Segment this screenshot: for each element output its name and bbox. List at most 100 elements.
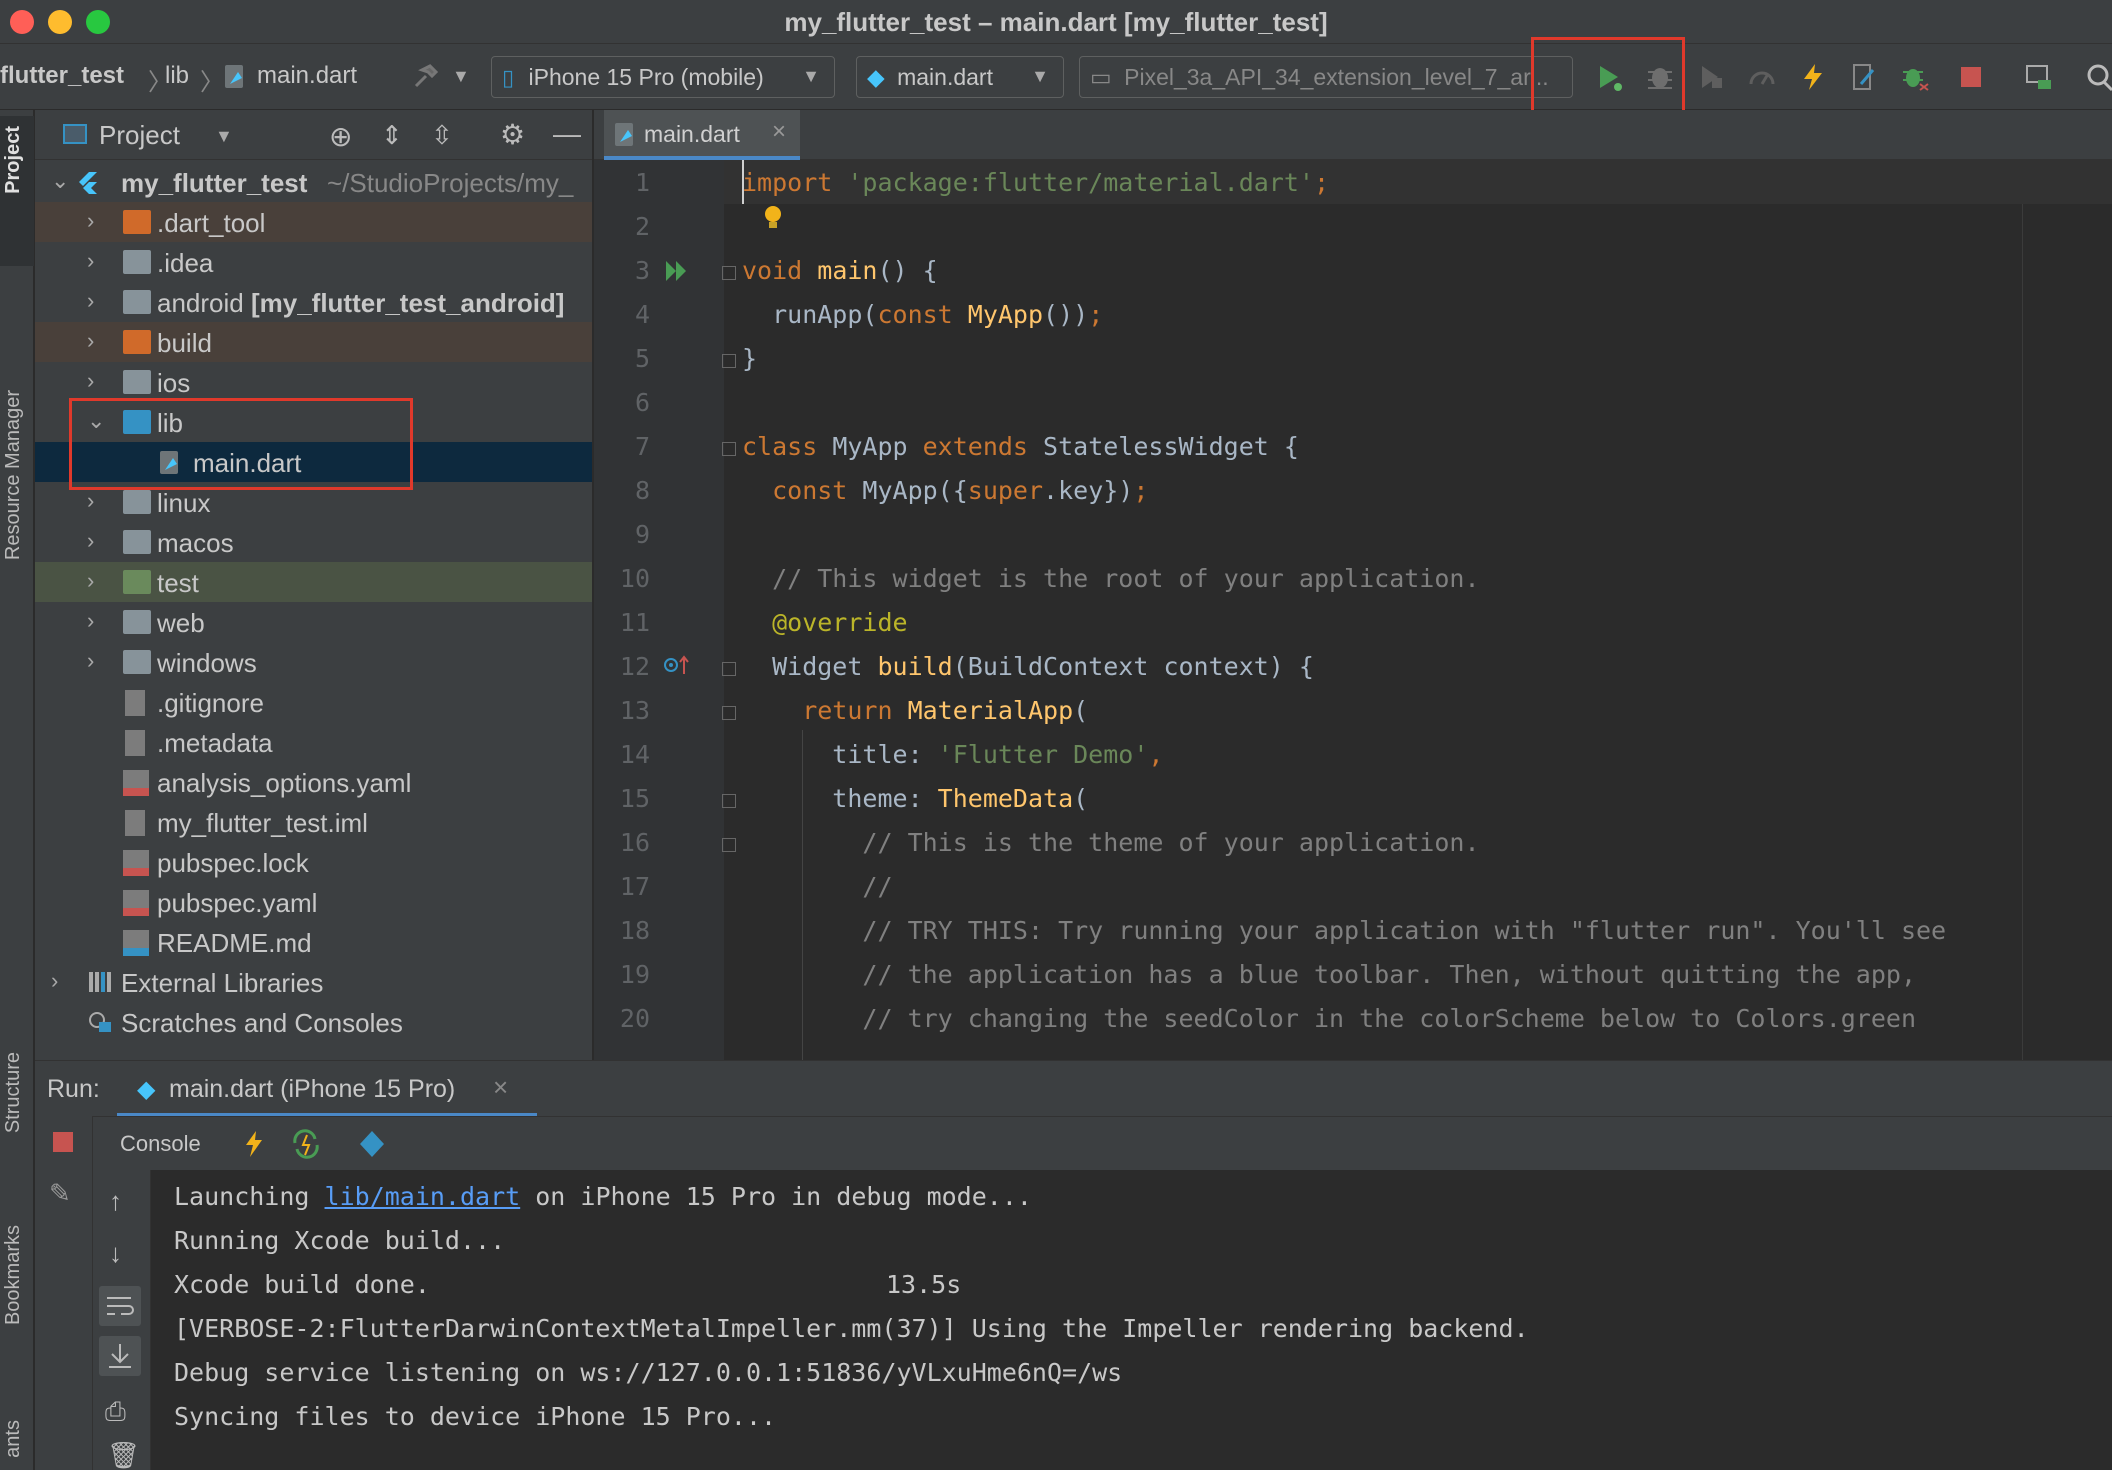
override-gutter-icon[interactable]: [662, 652, 692, 682]
code-line[interactable]: 1 import 'package:flutter/material.dart';: [594, 160, 2112, 204]
scroll-to-end-icon[interactable]: [99, 1336, 141, 1376]
chevron-right-icon[interactable]: ›: [87, 528, 94, 554]
tree-item-build[interactable]: › build: [35, 322, 592, 362]
stop-icon[interactable]: [1956, 62, 1986, 92]
code-line[interactable]: 15 theme: ThemeData(: [594, 776, 2112, 820]
tree-item-pubspec-lock[interactable]: pubspec.lock: [35, 842, 592, 882]
code-line[interactable]: 4 runApp(const MyApp());: [594, 292, 2112, 336]
code-line[interactable]: 9: [594, 512, 2112, 556]
fold-marker-icon[interactable]: [722, 354, 736, 368]
code-line[interactable]: 12 Widget build(BuildContext context) {: [594, 644, 2112, 688]
hide-panel-icon[interactable]: —: [553, 118, 581, 150]
close-tab-icon[interactable]: ×: [493, 1072, 508, 1103]
tree-item-web[interactable]: › web: [35, 602, 592, 642]
locate-icon[interactable]: ⊕: [329, 120, 352, 153]
chevron-down-icon[interactable]: ⌄: [51, 168, 69, 194]
code-line[interactable]: 5}: [594, 336, 2112, 380]
trash-icon[interactable]: 🗑: [107, 1440, 140, 1470]
tree-item-readme[interactable]: README.md: [35, 922, 592, 962]
fold-marker-icon[interactable]: [722, 662, 736, 676]
code-line[interactable]: 19 // the application has a blue toolbar…: [594, 952, 2112, 996]
tool-window-structure[interactable]: Structure: [2, 1052, 25, 1133]
tree-item-ios[interactable]: › ios: [35, 362, 592, 402]
gear-icon[interactable]: ⚙: [500, 118, 525, 151]
attach-debugger-icon[interactable]: [1900, 62, 1930, 92]
print-icon[interactable]: ⎙: [105, 1396, 126, 1428]
tree-item-android[interactable]: › android [my_flutter_test_android]: [35, 282, 592, 322]
tree-item-test[interactable]: › test: [35, 562, 592, 602]
tree-item-idea[interactable]: › .idea: [35, 242, 592, 282]
close-tab-icon[interactable]: ×: [772, 118, 786, 146]
hot-restart-icon[interactable]: [291, 1129, 321, 1164]
arrow-up-icon[interactable]: ↑: [109, 1186, 122, 1217]
tree-item-iml[interactable]: my_flutter_test.iml: [35, 802, 592, 842]
code-line[interactable]: 18 // TRY THIS: Try running your applica…: [594, 908, 2112, 952]
apply-changes-icon[interactable]: [1849, 62, 1879, 92]
chevron-down-icon[interactable]: ▼: [452, 66, 470, 87]
code-line[interactable]: 10 // This widget is the root of your ap…: [594, 556, 2112, 600]
console-file-link[interactable]: lib/main.dart: [325, 1182, 521, 1211]
pin-icon[interactable]: ✎: [49, 1178, 71, 1209]
code-line[interactable]: 13 return MaterialApp(: [594, 688, 2112, 732]
code-line[interactable]: 20 // try changing the seedColor in the …: [594, 996, 2112, 1040]
console-tab[interactable]: Console: [120, 1131, 201, 1157]
devtools-icon[interactable]: [357, 1129, 387, 1164]
tree-item-macos[interactable]: › macos: [35, 522, 592, 562]
code-editor[interactable]: 1 import 'package:flutter/material.dart';…: [594, 160, 2112, 1060]
expand-all-icon[interactable]: ⇕: [381, 120, 403, 151]
hammer-icon[interactable]: [410, 62, 440, 92]
code-line[interactable]: 14 title: 'Flutter Demo',: [594, 732, 2112, 776]
chevron-right-icon[interactable]: ›: [51, 968, 58, 994]
chevron-right-icon[interactable]: ›: [87, 288, 94, 314]
chevron-right-icon[interactable]: ›: [87, 568, 94, 594]
code-line[interactable]: 6: [594, 380, 2112, 424]
code-line[interactable]: 17 //: [594, 864, 2112, 908]
arrow-down-icon[interactable]: ↓: [109, 1238, 122, 1269]
chevron-down-icon[interactable]: ▼: [215, 126, 233, 147]
stop-icon[interactable]: [53, 1132, 73, 1152]
coverage-icon[interactable]: [1696, 62, 1726, 92]
chevron-right-icon[interactable]: ›: [87, 648, 94, 674]
code-line[interactable]: 11 @override: [594, 600, 2112, 644]
tree-root-row[interactable]: ⌄ my_flutter_test ~/StudioProjects/my_: [35, 162, 592, 202]
fold-marker-icon[interactable]: [722, 838, 736, 852]
tree-item-dart-tool[interactable]: › .dart_tool: [35, 202, 592, 242]
code-line[interactable]: 8 const MyApp({super.key});: [594, 468, 2112, 512]
project-view-title[interactable]: Project: [99, 120, 180, 151]
tree-item-metadata[interactable]: .metadata: [35, 722, 592, 762]
tree-item-scratches[interactable]: Scratches and Consoles: [35, 1002, 592, 1042]
breadcrumb-project[interactable]: flutter_test: [0, 62, 124, 90]
chevron-right-icon[interactable]: ›: [87, 248, 94, 274]
console-output[interactable]: Launching lib/main.dart on iPhone 15 Pro…: [152, 1170, 2112, 1470]
device-selector[interactable]: ▯ iPhone 15 Pro (mobile) ▼: [491, 56, 835, 98]
chevron-right-icon[interactable]: ›: [87, 608, 94, 634]
code-line[interactable]: 2: [594, 204, 2112, 248]
chevron-right-icon[interactable]: ›: [87, 368, 94, 394]
hot-reload-icon[interactable]: [241, 1129, 267, 1164]
emulator-selector[interactable]: ▭ Pixel_3a_API_34_extension_level_7_ar..…: [1079, 56, 1573, 98]
search-icon[interactable]: [2084, 62, 2112, 92]
chevron-right-icon[interactable]: ›: [87, 328, 94, 354]
tree-item-pubspec-yaml[interactable]: pubspec.yaml: [35, 882, 592, 922]
tree-item-gitignore[interactable]: .gitignore: [35, 682, 592, 722]
tool-window-bookmarks[interactable]: Bookmarks: [2, 1225, 25, 1325]
collapse-all-icon[interactable]: ⇳: [431, 120, 453, 151]
chevron-right-icon[interactable]: ›: [87, 208, 94, 234]
code-line[interactable]: 7 class MyApp extends StatelessWidget {: [594, 424, 2112, 468]
fold-marker-icon[interactable]: [722, 442, 736, 456]
lightbulb-icon[interactable]: [762, 204, 784, 236]
chevron-right-icon[interactable]: ›: [87, 488, 94, 514]
code-line[interactable]: 16 // This is the theme of your applicat…: [594, 820, 2112, 864]
tree-item-windows[interactable]: › windows: [35, 642, 592, 682]
device-manager-icon[interactable]: [2024, 62, 2054, 92]
hot-reload-icon[interactable]: [1798, 62, 1828, 92]
tool-window-project[interactable]: Project: [2, 126, 25, 194]
code-line[interactable]: 3 void main() {: [594, 248, 2112, 292]
breadcrumb-lib[interactable]: lib: [165, 62, 189, 90]
tool-window-resource-manager[interactable]: Resource Manager: [2, 390, 25, 560]
tree-item-external-libraries[interactable]: › External Libraries: [35, 962, 592, 1002]
profile-icon[interactable]: [1747, 62, 1777, 92]
fold-marker-icon[interactable]: [722, 706, 736, 720]
editor-tab-main-dart[interactable]: main.dart ×: [604, 110, 800, 160]
soft-wrap-icon[interactable]: [99, 1286, 141, 1326]
